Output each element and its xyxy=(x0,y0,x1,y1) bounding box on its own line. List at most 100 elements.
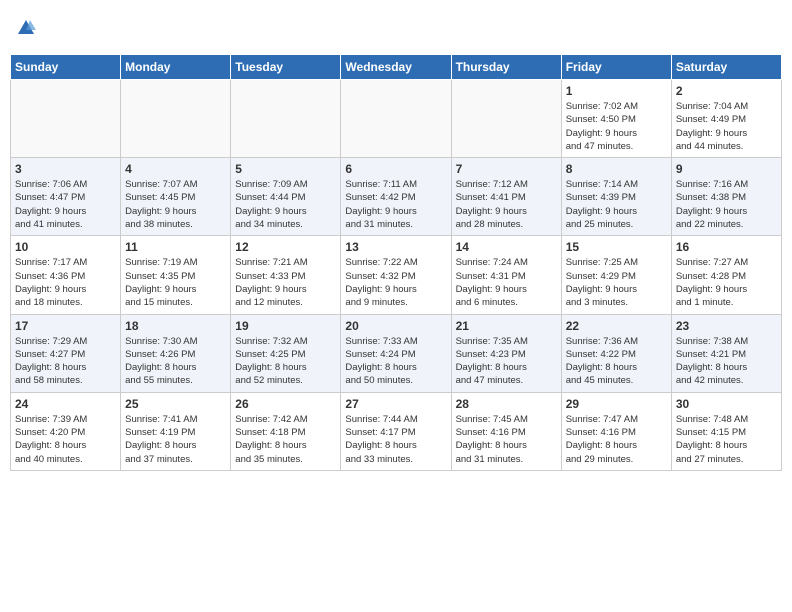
day-info: Sunrise: 7:47 AM Sunset: 4:16 PM Dayligh… xyxy=(566,413,667,466)
day-info: Sunrise: 7:24 AM Sunset: 4:31 PM Dayligh… xyxy=(456,256,557,309)
calendar-week-row: 24 Sunrise: 7:39 AM Sunset: 4:20 PM Dayli… xyxy=(11,392,782,470)
day-info: Sunrise: 7:41 AM Sunset: 4:19 PM Dayligh… xyxy=(125,413,226,466)
day-number: 29 xyxy=(566,397,667,411)
day-info: Sunrise: 7:12 AM Sunset: 4:41 PM Dayligh… xyxy=(456,178,557,231)
day-number: 28 xyxy=(456,397,557,411)
day-number: 24 xyxy=(15,397,116,411)
weekday-header-tuesday: Tuesday xyxy=(231,55,341,80)
calendar-cell: 5 Sunrise: 7:09 AM Sunset: 4:44 PM Daylig… xyxy=(231,158,341,236)
day-number: 18 xyxy=(125,319,226,333)
day-info: Sunrise: 7:02 AM Sunset: 4:50 PM Dayligh… xyxy=(566,100,667,153)
calendar-header-row: SundayMondayTuesdayWednesdayThursdayFrid… xyxy=(11,55,782,80)
calendar-cell xyxy=(11,80,121,158)
calendar-cell: 27Sunrise: 7:44 AM Sunset: 4:17 PM Dayli… xyxy=(341,392,451,470)
weekday-header-sunday: Sunday xyxy=(11,55,121,80)
day-info: Sunrise: 7:04 AM Sunset: 4:49 PM Dayligh… xyxy=(676,100,777,153)
calendar-cell: 24 Sunrise: 7:39 AM Sunset: 4:20 PM Dayli… xyxy=(11,392,121,470)
calendar-cell: 10 Sunrise: 7:17 AM Sunset: 4:36 PM Dayli… xyxy=(11,236,121,314)
calendar-cell: 26 Sunrise: 7:42 AM Sunset: 4:18 PM Dayli… xyxy=(231,392,341,470)
day-info: Sunrise: 7:07 AM Sunset: 4:45 PM Dayligh… xyxy=(125,178,226,231)
day-info: Sunrise: 7:33 AM Sunset: 4:24 PM Dayligh… xyxy=(345,335,446,388)
calendar-cell: 23Sunrise: 7:38 AM Sunset: 4:21 PM Dayli… xyxy=(671,314,781,392)
day-info: Sunrise: 7:14 AM Sunset: 4:39 PM Dayligh… xyxy=(566,178,667,231)
weekday-header-saturday: Saturday xyxy=(671,55,781,80)
day-info: Sunrise: 7:36 AM Sunset: 4:22 PM Dayligh… xyxy=(566,335,667,388)
day-info: Sunrise: 7:19 AM Sunset: 4:35 PM Dayligh… xyxy=(125,256,226,309)
calendar-cell xyxy=(341,80,451,158)
calendar-cell: 7Sunrise: 7:12 AM Sunset: 4:41 PM Daylig… xyxy=(451,158,561,236)
day-number: 20 xyxy=(345,319,446,333)
day-info: Sunrise: 7:17 AM Sunset: 4:36 PM Dayligh… xyxy=(15,256,116,309)
calendar-cell: 21Sunrise: 7:35 AM Sunset: 4:23 PM Dayli… xyxy=(451,314,561,392)
calendar-cell: 3Sunrise: 7:06 AM Sunset: 4:47 PM Daylig… xyxy=(11,158,121,236)
day-info: Sunrise: 7:39 AM Sunset: 4:20 PM Dayligh… xyxy=(15,413,116,466)
day-info: Sunrise: 7:48 AM Sunset: 4:15 PM Dayligh… xyxy=(676,413,777,466)
day-number: 9 xyxy=(676,162,777,176)
calendar-cell xyxy=(121,80,231,158)
calendar-cell: 30 Sunrise: 7:48 AM Sunset: 4:15 PM Dayli… xyxy=(671,392,781,470)
day-number: 4 xyxy=(125,162,226,176)
day-info: Sunrise: 7:11 AM Sunset: 4:42 PM Dayligh… xyxy=(345,178,446,231)
calendar-cell: 6 Sunrise: 7:11 AM Sunset: 4:42 PM Daylig… xyxy=(341,158,451,236)
day-info: Sunrise: 7:22 AM Sunset: 4:32 PM Dayligh… xyxy=(345,256,446,309)
logo-icon xyxy=(16,18,36,38)
day-info: Sunrise: 7:09 AM Sunset: 4:44 PM Dayligh… xyxy=(235,178,336,231)
weekday-header-wednesday: Wednesday xyxy=(341,55,451,80)
day-info: Sunrise: 7:30 AM Sunset: 4:26 PM Dayligh… xyxy=(125,335,226,388)
calendar-cell: 29 Sunrise: 7:47 AM Sunset: 4:16 PM Dayli… xyxy=(561,392,671,470)
weekday-header-monday: Monday xyxy=(121,55,231,80)
calendar-cell: 2Sunrise: 7:04 AM Sunset: 4:49 PM Daylig… xyxy=(671,80,781,158)
weekday-header-friday: Friday xyxy=(561,55,671,80)
day-info: Sunrise: 7:06 AM Sunset: 4:47 PM Dayligh… xyxy=(15,178,116,231)
day-number: 10 xyxy=(15,240,116,254)
calendar-cell: 13 Sunrise: 7:22 AM Sunset: 4:32 PM Dayli… xyxy=(341,236,451,314)
calendar-cell: 20 Sunrise: 7:33 AM Sunset: 4:24 PM Dayli… xyxy=(341,314,451,392)
day-info: Sunrise: 7:32 AM Sunset: 4:25 PM Dayligh… xyxy=(235,335,336,388)
day-number: 25 xyxy=(125,397,226,411)
calendar-cell: 25 Sunrise: 7:41 AM Sunset: 4:19 PM Dayli… xyxy=(121,392,231,470)
day-number: 15 xyxy=(566,240,667,254)
day-number: 5 xyxy=(235,162,336,176)
calendar-cell: 1 Sunrise: 7:02 AM Sunset: 4:50 PM Daylig… xyxy=(561,80,671,158)
calendar-cell: 18 Sunrise: 7:30 AM Sunset: 4:26 PM Dayli… xyxy=(121,314,231,392)
day-info: Sunrise: 7:27 AM Sunset: 4:28 PM Dayligh… xyxy=(676,256,777,309)
day-number: 13 xyxy=(345,240,446,254)
calendar-cell: 8 Sunrise: 7:14 AM Sunset: 4:39 PM Daylig… xyxy=(561,158,671,236)
calendar-cell xyxy=(231,80,341,158)
calendar-week-row: 3Sunrise: 7:06 AM Sunset: 4:47 PM Daylig… xyxy=(11,158,782,236)
logo xyxy=(14,18,36,38)
calendar-cell: 15Sunrise: 7:25 AM Sunset: 4:29 PM Dayli… xyxy=(561,236,671,314)
calendar-cell: 16 Sunrise: 7:27 AM Sunset: 4:28 PM Dayli… xyxy=(671,236,781,314)
calendar-table: SundayMondayTuesdayWednesdayThursdayFrid… xyxy=(10,54,782,471)
day-info: Sunrise: 7:42 AM Sunset: 4:18 PM Dayligh… xyxy=(235,413,336,466)
day-number: 1 xyxy=(566,84,667,98)
page-header xyxy=(10,10,782,46)
calendar-cell: 4 Sunrise: 7:07 AM Sunset: 4:45 PM Daylig… xyxy=(121,158,231,236)
day-number: 19 xyxy=(235,319,336,333)
day-number: 14 xyxy=(456,240,557,254)
calendar-week-row: 10 Sunrise: 7:17 AM Sunset: 4:36 PM Dayli… xyxy=(11,236,782,314)
weekday-header-thursday: Thursday xyxy=(451,55,561,80)
calendar-week-row: 17 Sunrise: 7:29 AM Sunset: 4:27 PM Dayli… xyxy=(11,314,782,392)
day-info: Sunrise: 7:38 AM Sunset: 4:21 PM Dayligh… xyxy=(676,335,777,388)
day-number: 8 xyxy=(566,162,667,176)
day-number: 11 xyxy=(125,240,226,254)
day-number: 30 xyxy=(676,397,777,411)
day-info: Sunrise: 7:44 AM Sunset: 4:17 PM Dayligh… xyxy=(345,413,446,466)
calendar-cell: 17 Sunrise: 7:29 AM Sunset: 4:27 PM Dayli… xyxy=(11,314,121,392)
day-info: Sunrise: 7:35 AM Sunset: 4:23 PM Dayligh… xyxy=(456,335,557,388)
calendar-cell: 14 Sunrise: 7:24 AM Sunset: 4:31 PM Dayli… xyxy=(451,236,561,314)
calendar-cell: 28Sunrise: 7:45 AM Sunset: 4:16 PM Dayli… xyxy=(451,392,561,470)
calendar-cell: 22 Sunrise: 7:36 AM Sunset: 4:22 PM Dayli… xyxy=(561,314,671,392)
day-info: Sunrise: 7:29 AM Sunset: 4:27 PM Dayligh… xyxy=(15,335,116,388)
day-number: 6 xyxy=(345,162,446,176)
day-number: 12 xyxy=(235,240,336,254)
day-number: 17 xyxy=(15,319,116,333)
calendar-cell: 11 Sunrise: 7:19 AM Sunset: 4:35 PM Dayli… xyxy=(121,236,231,314)
day-number: 16 xyxy=(676,240,777,254)
day-number: 26 xyxy=(235,397,336,411)
calendar-week-row: 1 Sunrise: 7:02 AM Sunset: 4:50 PM Daylig… xyxy=(11,80,782,158)
day-info: Sunrise: 7:16 AM Sunset: 4:38 PM Dayligh… xyxy=(676,178,777,231)
day-number: 22 xyxy=(566,319,667,333)
day-info: Sunrise: 7:21 AM Sunset: 4:33 PM Dayligh… xyxy=(235,256,336,309)
